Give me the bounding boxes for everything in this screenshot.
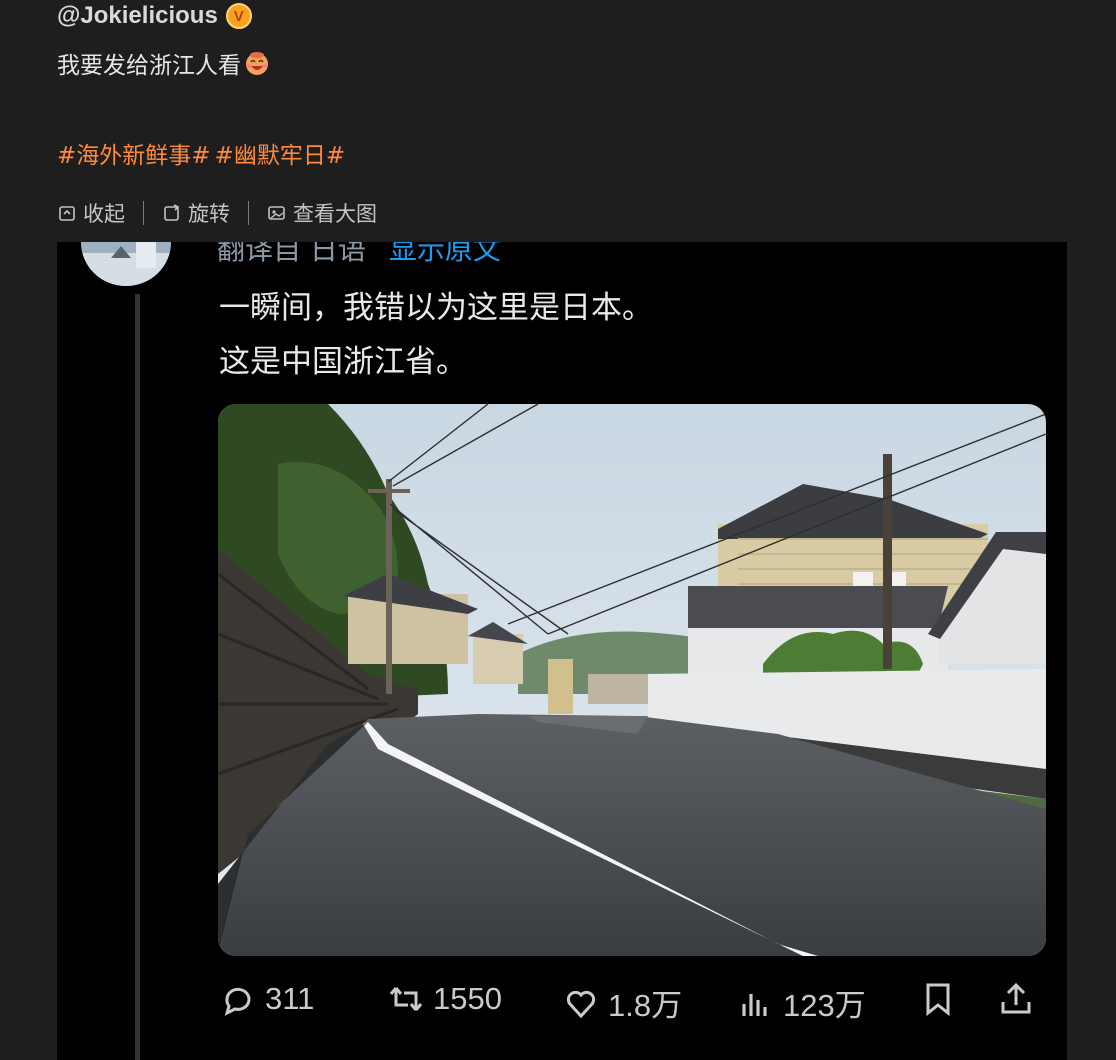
share-button[interactable] (997, 980, 1035, 1018)
rotate-button[interactable]: 旋转 (162, 198, 230, 228)
username[interactable]: @Jokielicious (57, 2, 218, 30)
collapse-label: 收起 (83, 202, 125, 226)
post-text: 我要发给浙江人看 (57, 46, 271, 80)
bookmark-button[interactable] (919, 980, 957, 1018)
avatar (81, 242, 171, 286)
tweet-action-bar: 311 1550 1.8万 123万 (219, 980, 1049, 1024)
view-large-label: 查看大图 (293, 202, 377, 226)
embedded-tweet-image[interactable]: 翻译自 日语 显示原文 一瞬间，我错以为这里是日本。 这是中国浙江省。 311 … (57, 242, 1067, 1060)
collapse-button[interactable]: 收起 (57, 198, 125, 228)
tweet-text-line: 一瞬间，我错以为这里是日本。 (219, 290, 653, 326)
post-text-content: 我要发给浙江人看 (57, 53, 241, 79)
reply-button[interactable]: 311 (219, 980, 314, 1018)
views-icon (742, 993, 767, 1016)
translate-label: 翻译自 日语 (217, 242, 366, 266)
rotate-label: 旋转 (188, 202, 230, 226)
image-toolbar: 收起 旋转 查看大图 (57, 198, 377, 228)
views-count: 123万 (783, 988, 866, 1023)
tweet-text-line: 这是中国浙江省。 (219, 344, 467, 380)
retweet-button[interactable]: 1550 (387, 980, 502, 1018)
hashtag-list: #海外新鲜事# #幽默牢日# (57, 136, 345, 170)
hashtag-link[interactable]: #海外新鲜事# (57, 136, 211, 170)
bookmark-icon (926, 983, 950, 1017)
translation-bar: 翻译自 日语 显示原文 (217, 242, 501, 268)
laughing-emoji-icon (246, 52, 268, 75)
retweet-icon (389, 987, 423, 1011)
hashtag-link[interactable]: #幽默牢日# (215, 136, 346, 170)
views-button[interactable]: 123万 (737, 980, 866, 1025)
village-road-photo (218, 404, 1046, 956)
verified-badge-icon: V (225, 3, 252, 29)
tweet-photo[interactable] (218, 404, 1046, 956)
view-image-icon (268, 206, 285, 220)
post-header: @Jokielicious V (57, 2, 252, 30)
collapse-icon (59, 206, 75, 221)
toolbar-divider (248, 201, 249, 225)
heart-icon (566, 990, 596, 1018)
retweet-count: 1550 (433, 981, 502, 1016)
like-count: 1.8万 (608, 988, 683, 1023)
show-original-link[interactable]: 显示原文 (389, 242, 501, 266)
like-button[interactable]: 1.8万 (562, 980, 682, 1025)
thread-line (135, 294, 140, 1060)
reply-icon (224, 987, 251, 1016)
rotate-icon (164, 204, 180, 221)
reply-count: 311 (265, 981, 315, 1016)
toolbar-divider (143, 201, 144, 225)
view-large-button[interactable]: 查看大图 (267, 198, 377, 228)
share-icon (1001, 982, 1031, 1014)
